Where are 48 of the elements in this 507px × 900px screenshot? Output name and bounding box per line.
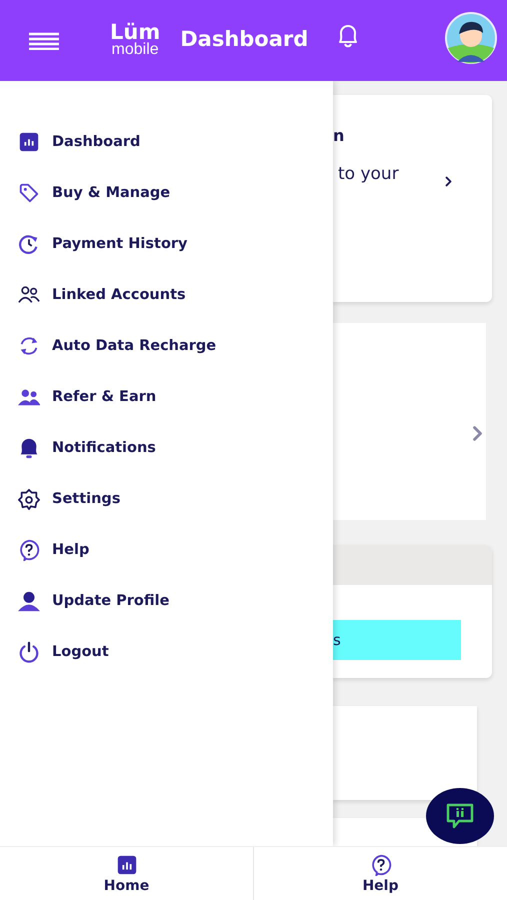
chart-icon: [18, 130, 40, 152]
history-icon: [18, 232, 40, 254]
logo-subtitle: mobile: [112, 42, 159, 58]
people-icon: [18, 284, 40, 306]
avatar[interactable]: [445, 12, 497, 64]
menu-item[interactable]: Linked Accounts: [0, 269, 333, 320]
nav-tab[interactable]: Help: [253, 847, 507, 900]
page-title: Dashboard: [180, 26, 308, 50]
nav-tab[interactable]: Home: [0, 847, 253, 900]
menu-label: Auto Data Recharge: [52, 338, 216, 354]
power-icon: [18, 640, 40, 662]
menu-label: Logout: [52, 644, 109, 660]
menu-item[interactable]: Refer & Earn: [0, 371, 333, 422]
menu-item[interactable]: Settings: [0, 473, 333, 524]
card-heading: n: [333, 126, 344, 146]
menu-label: Buy & Manage: [52, 184, 170, 200]
menu-item[interactable]: Logout: [0, 626, 333, 677]
person-icon: [18, 590, 40, 612]
menu-item[interactable]: Notifications: [0, 422, 333, 473]
chart-icon: [116, 854, 138, 876]
menu-label: Dashboard: [52, 134, 140, 150]
menu-item[interactable]: Buy & Manage: [0, 167, 333, 218]
tab-label: Home: [104, 878, 150, 894]
menu-label: Linked Accounts: [52, 286, 186, 302]
chat-icon: [445, 802, 475, 830]
menu-item[interactable]: Update Profile: [0, 575, 333, 626]
logo-word: Lüm: [110, 22, 160, 42]
menu-item[interactable]: Help: [0, 524, 333, 575]
gear-icon: [18, 488, 40, 510]
help-icon: [370, 854, 392, 876]
menu-icon[interactable]: [29, 32, 59, 50]
tab-label: Help: [362, 878, 399, 894]
menu-label: Notifications: [52, 440, 156, 456]
bell-icon: [18, 436, 40, 458]
card-text: to your: [338, 164, 399, 184]
menu-label: Update Profile: [52, 592, 170, 608]
menu-item[interactable]: Dashboard: [0, 116, 333, 167]
refresh-icon: [18, 334, 40, 356]
menu-item[interactable]: Auto Data Recharge: [0, 320, 333, 371]
action-button[interactable]: s: [333, 620, 461, 660]
menu-label: Payment History: [52, 236, 188, 252]
menu-item[interactable]: Payment History: [0, 218, 333, 269]
menu-label: Help: [52, 542, 90, 558]
menu-label: Settings: [52, 490, 120, 506]
tag-icon: [18, 182, 40, 204]
help-icon: [18, 538, 40, 560]
chevron-icon[interactable]: [444, 176, 453, 187]
menu-label: Refer & Earn: [52, 388, 156, 404]
